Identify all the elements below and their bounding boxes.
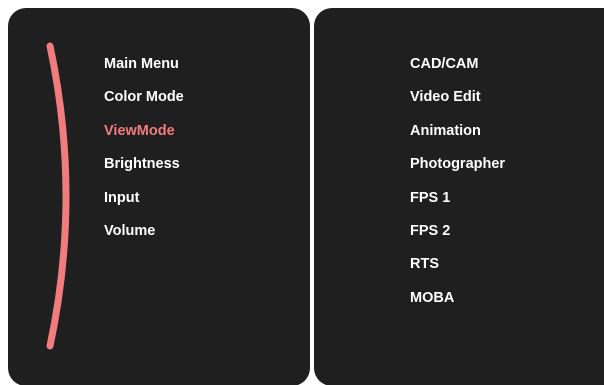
submenu-item-animation[interactable]: Animation <box>410 121 505 154</box>
main-menu-list: Main Menu Color Mode ViewMode Brightness… <box>104 54 184 254</box>
submenu-item-cad-cam[interactable]: CAD/CAM <box>410 54 505 87</box>
main-menu-item-color-mode[interactable]: Color Mode <box>104 87 184 120</box>
submenu-item-moba[interactable]: MOBA <box>410 288 505 321</box>
submenu-item-fps-2[interactable]: FPS 2 <box>410 221 505 254</box>
main-menu-item-volume[interactable]: Volume <box>104 221 184 254</box>
main-menu-item-viewmode[interactable]: ViewMode <box>104 121 184 154</box>
menu-arc-indicator <box>46 42 70 350</box>
submenu-list: CAD/CAM Video Edit Animation Photographe… <box>410 54 505 321</box>
osd-screen: Main Menu Color Mode ViewMode Brightness… <box>0 0 604 385</box>
main-menu-item-brightness[interactable]: Brightness <box>104 154 184 187</box>
submenu-item-rts[interactable]: RTS <box>410 254 505 287</box>
submenu-item-video-edit[interactable]: Video Edit <box>410 87 505 120</box>
main-menu-item-input[interactable]: Input <box>104 188 184 221</box>
main-menu-item-main-menu[interactable]: Main Menu <box>104 54 184 87</box>
submenu-item-fps-1[interactable]: FPS 1 <box>410 188 505 221</box>
submenu-item-photographer[interactable]: Photographer <box>410 154 505 187</box>
